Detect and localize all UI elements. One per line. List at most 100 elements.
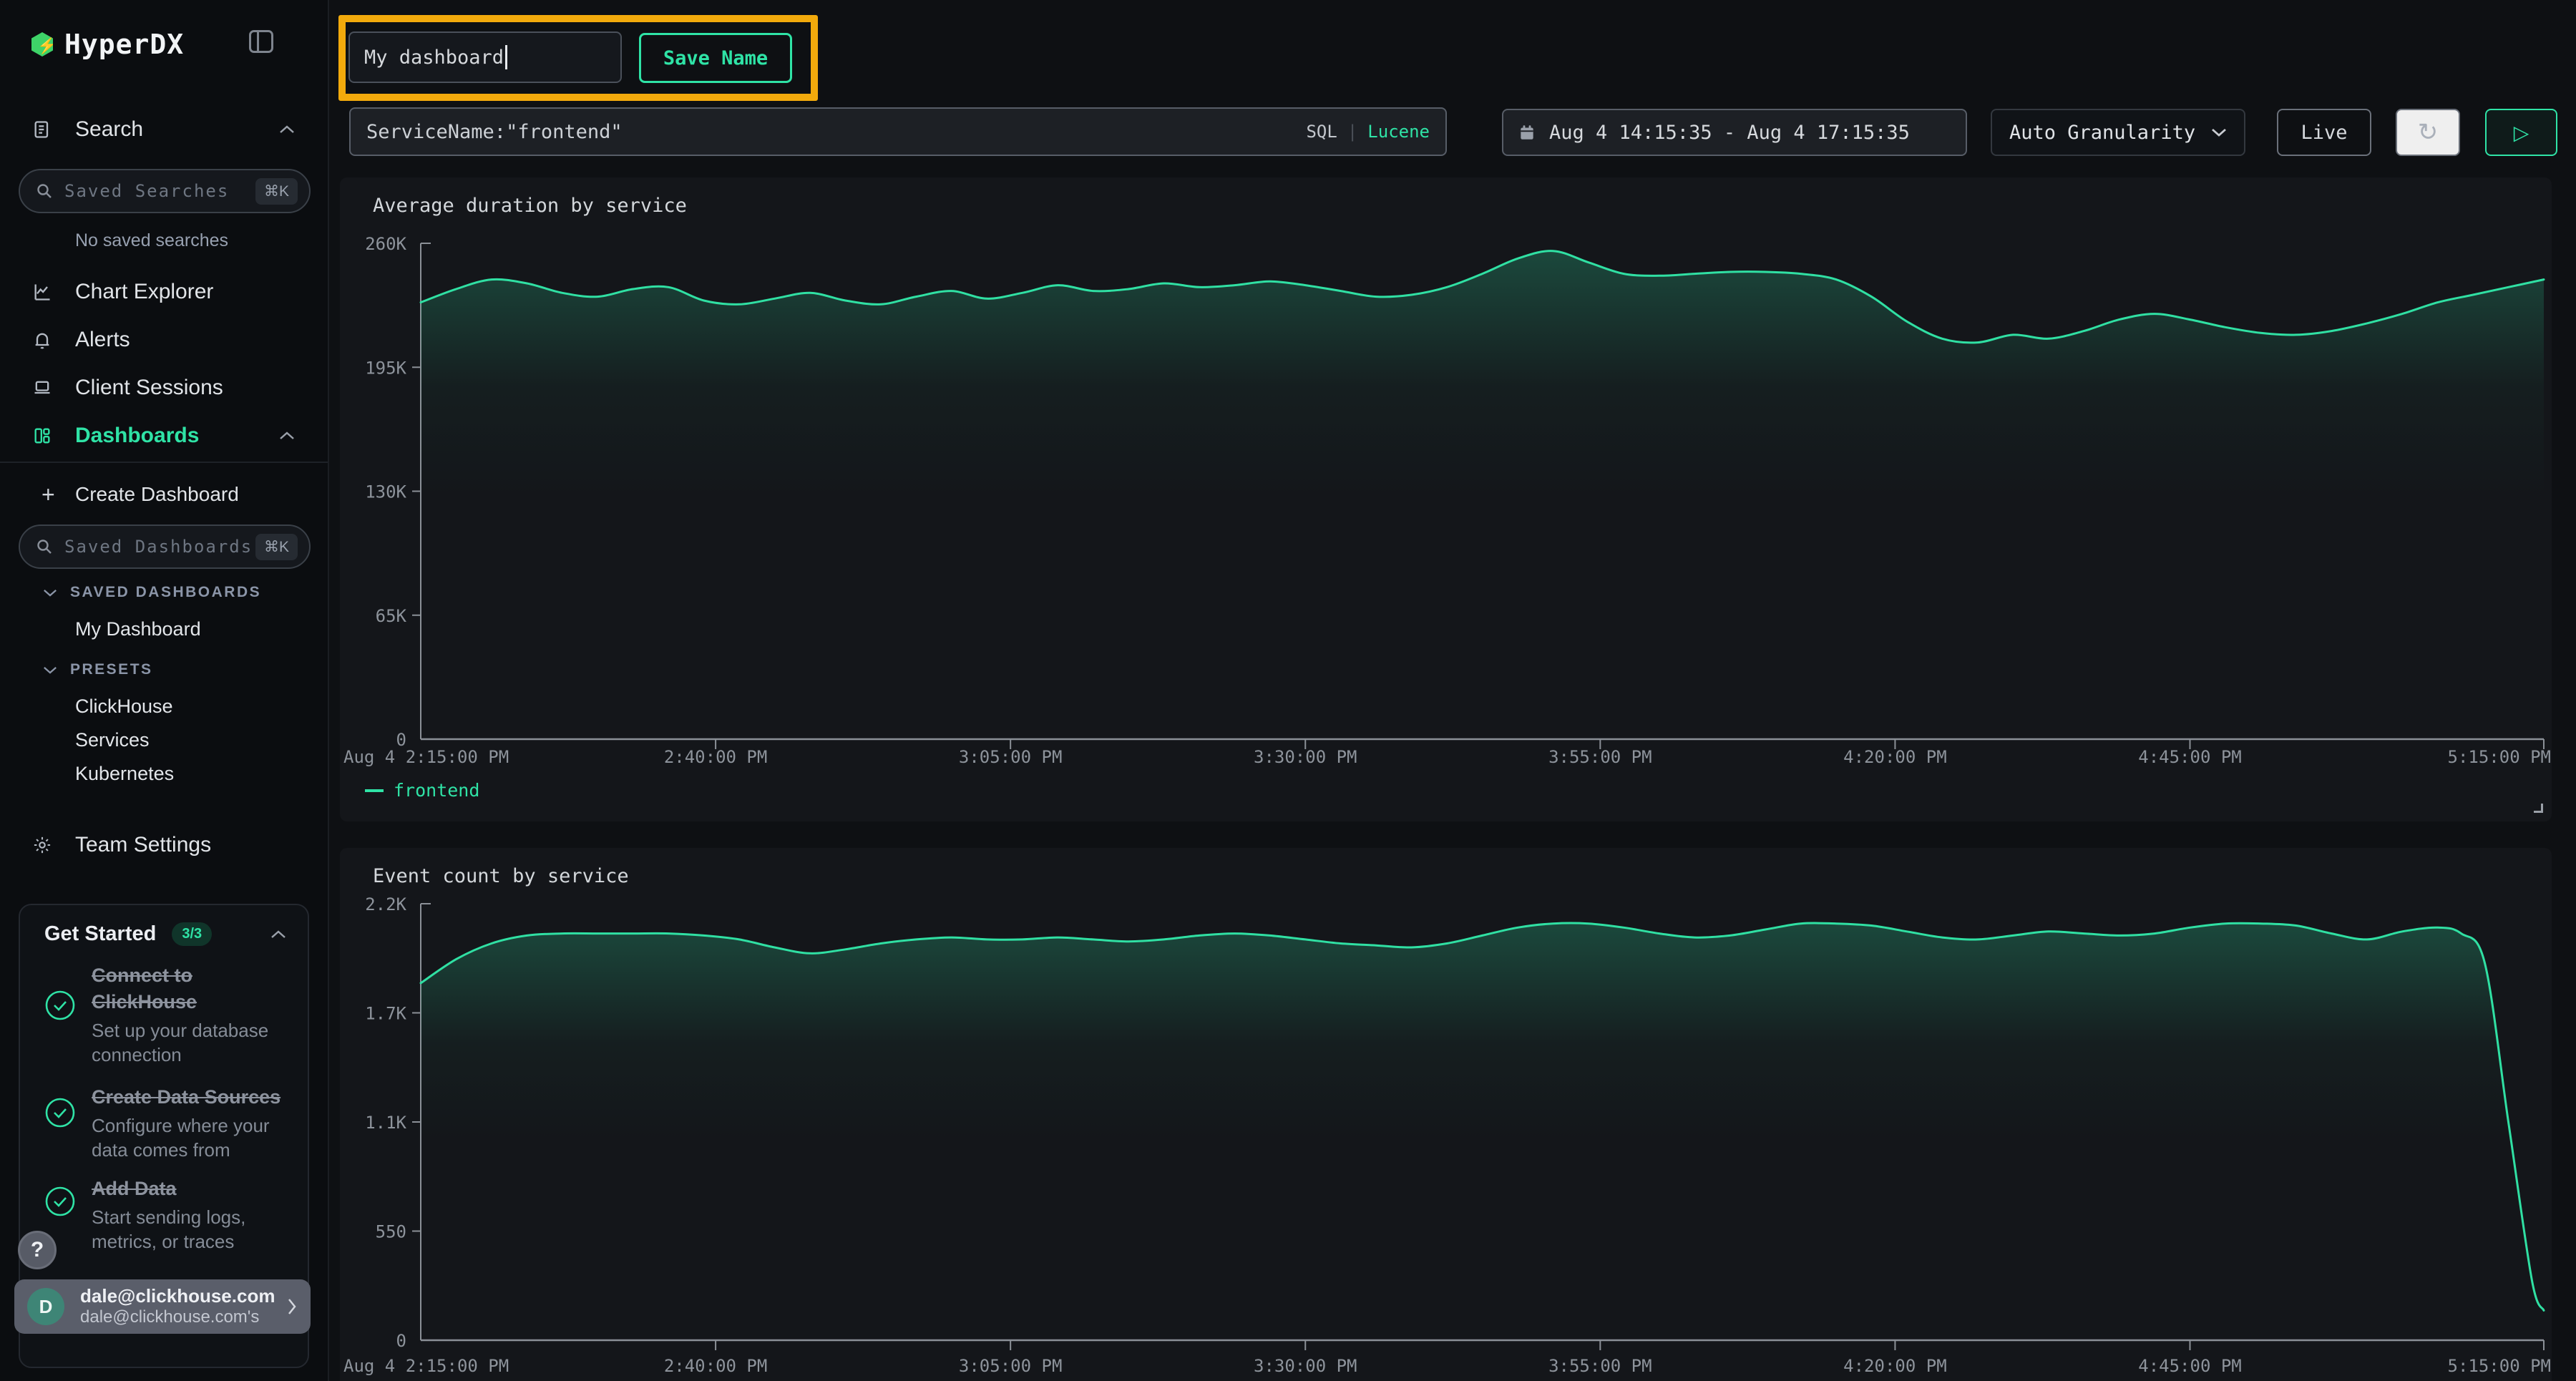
sidebar-item-kubernetes[interactable]: Kubernetes [75, 763, 174, 785]
get-started-item-title: Connect to ClickHouse [92, 962, 256, 1015]
svg-text:1.7K: 1.7K [365, 1004, 406, 1024]
chart-legend[interactable]: frontend [365, 780, 479, 801]
chevron-up-icon[interactable] [279, 125, 295, 135]
lucene-toggle[interactable]: Lucene [1367, 122, 1430, 142]
check-circle-icon [44, 1186, 76, 1217]
chevron-right-icon [286, 1297, 298, 1316]
time-range-picker[interactable]: Aug 4 14:15:35 - Aug 4 17:15:35 [1502, 109, 1967, 156]
chevron-up-icon[interactable] [279, 431, 295, 441]
search-icon [36, 182, 53, 200]
sql-toggle[interactable]: SQL [1306, 122, 1337, 142]
chevron-down-icon [43, 665, 57, 675]
sidebar-item-my-dashboard[interactable]: My Dashboard [75, 618, 201, 640]
query-input[interactable]: ServiceName:"frontend" SQL | Lucene [349, 107, 1447, 156]
check-circle-icon [44, 1097, 76, 1128]
get-started-item-connect[interactable]: Connect to ClickHouse Set up your databa… [44, 962, 291, 1067]
section-presets[interactable]: PRESETS [43, 661, 153, 678]
dashboard-name-input[interactable]: My dashboard [348, 31, 622, 83]
chart-card-event-count[interactable]: Event count by service 2.2K1.7K1.1K5500A… [340, 848, 2552, 1381]
gear-icon [32, 835, 52, 855]
line-chart-event-count: 2.2K1.7K1.1K5500Aug 4 2:15:00 PM2:40:00 … [340, 848, 2552, 1381]
svg-text:4:45:00 PM: 4:45:00 PM [2138, 1356, 2242, 1376]
svg-text:1.1K: 1.1K [365, 1113, 406, 1133]
legend-label: frontend [394, 780, 479, 801]
avatar: D [27, 1288, 64, 1325]
saved-dashboards-input[interactable]: Saved Dashboards ⌘K [19, 524, 311, 569]
get-started-item-title: Add Data [92, 1176, 291, 1202]
create-dashboard-button[interactable]: + Create Dashboard [0, 478, 329, 511]
svg-text:3:55:00 PM: 3:55:00 PM [1548, 747, 1652, 767]
save-name-button[interactable]: Save Name [639, 33, 792, 83]
bell-icon [32, 330, 52, 350]
get-started-progress-badge: 3/3 [172, 922, 212, 946]
sidebar-item-label: Dashboards [75, 424, 199, 448]
calendar-icon [1518, 122, 1536, 142]
sidebar-item-dashboards[interactable]: Dashboards [0, 419, 329, 452]
section-label: PRESETS [70, 661, 153, 678]
no-saved-searches-note: No saved searches [75, 230, 228, 251]
brand-name: HyperDX [64, 29, 184, 60]
sidebar-collapse-icon[interactable] [249, 30, 273, 53]
sidebar-item-label: Chart Explorer [75, 280, 213, 304]
resize-handle-icon[interactable] [2534, 804, 2543, 813]
live-button[interactable]: Live [2277, 109, 2371, 156]
dashboard-name-value: My dashboard [364, 47, 504, 69]
language-divider: | [1347, 122, 1357, 142]
svg-text:2:40:00 PM: 2:40:00 PM [664, 747, 767, 767]
play-icon: ▷ [2514, 121, 2529, 145]
time-range-value: Aug 4 14:15:35 - Aug 4 17:15:35 [1549, 122, 1910, 144]
sidebar-item-search[interactable]: Search [0, 113, 329, 146]
section-saved-dashboards[interactable]: SAVED DASHBOARDS [43, 584, 261, 601]
svg-text:65K: 65K [376, 606, 407, 626]
svg-text:195K: 195K [365, 358, 406, 378]
chart-card-avg-duration[interactable]: Average duration by service 260K195K130K… [340, 177, 2552, 821]
sidebar-item-label: Search [75, 117, 143, 142]
sidebar-item-client-sessions[interactable]: Client Sessions [0, 371, 329, 404]
chevron-up-icon[interactable] [270, 929, 286, 940]
hyperdx-logo-icon: ⚡ [31, 32, 53, 57]
svg-text:Aug 4 2:15:00 PM: Aug 4 2:15:00 PM [343, 1356, 509, 1376]
refresh-button[interactable]: ↻ [2396, 109, 2460, 156]
granularity-select[interactable]: Auto Granularity [1991, 109, 2245, 156]
chart-explorer-icon [32, 282, 52, 302]
chart-title: Event count by service [373, 865, 629, 887]
help-button[interactable]: ? [18, 1231, 57, 1269]
granularity-value: Auto Granularity [2009, 122, 2195, 144]
saved-searches-input[interactable]: Saved Searches ⌘K [19, 169, 311, 213]
legend-swatch [365, 789, 384, 792]
app-window: ⚡ HyperDX Search Saved Searches ⌘K No sa… [0, 0, 2576, 1381]
svg-text:3:30:00 PM: 3:30:00 PM [1254, 747, 1357, 767]
brand-logo[interactable]: ⚡ HyperDX [31, 29, 303, 60]
team-settings-label: Team Settings [75, 833, 211, 857]
svg-text:2:40:00 PM: 2:40:00 PM [664, 1356, 767, 1376]
sidebar-item-team-settings[interactable]: Team Settings [0, 829, 329, 862]
svg-text:3:30:00 PM: 3:30:00 PM [1254, 1356, 1357, 1376]
user-menu[interactable]: D dale@clickhouse.com dale@clickhouse.co… [14, 1279, 311, 1334]
sidebar-item-alerts[interactable]: Alerts [0, 323, 329, 356]
chevron-down-icon [43, 588, 57, 597]
svg-text:3:05:00 PM: 3:05:00 PM [959, 1356, 1063, 1376]
sidebar-item-clickhouse[interactable]: ClickHouse [75, 696, 173, 718]
chart-title: Average duration by service [373, 195, 687, 217]
sidebar-item-chart-explorer[interactable]: Chart Explorer [0, 275, 329, 308]
get-started-item-desc: Configure where your data comes from [92, 1113, 299, 1162]
svg-text:Aug 4 2:15:00 PM: Aug 4 2:15:00 PM [343, 747, 509, 767]
get-started-item-add-data[interactable]: Add Data Start sending logs, metrics, or… [44, 1176, 291, 1254]
line-chart-avg-duration: 260K195K130K65K0Aug 4 2:15:00 PM2:40:00 … [340, 177, 2552, 821]
svg-text:5:15:00 PM: 5:15:00 PM [2448, 747, 2552, 767]
sidebar-item-services[interactable]: Services [75, 729, 150, 751]
get-started-item-sources[interactable]: Create Data Sources Configure where your… [44, 1084, 291, 1162]
query-value: ServiceName:"frontend" [366, 121, 1306, 143]
sidebar-divider [0, 462, 328, 463]
svg-text:2.2K: 2.2K [365, 894, 406, 914]
search-icon [36, 538, 53, 555]
refresh-icon: ↻ [2418, 118, 2439, 147]
get-started-item-desc: Start sending logs, metrics, or traces [92, 1205, 278, 1254]
svg-text:130K: 130K [365, 482, 406, 502]
svg-text:4:20:00 PM: 4:20:00 PM [1843, 1356, 1947, 1376]
run-query-button[interactable]: ▷ [2485, 109, 2557, 156]
svg-text:3:05:00 PM: 3:05:00 PM [959, 747, 1063, 767]
section-label: SAVED DASHBOARDS [70, 584, 261, 601]
check-circle-icon [44, 990, 76, 1021]
user-subtitle: dale@clickhouse.com's [80, 1307, 275, 1328]
